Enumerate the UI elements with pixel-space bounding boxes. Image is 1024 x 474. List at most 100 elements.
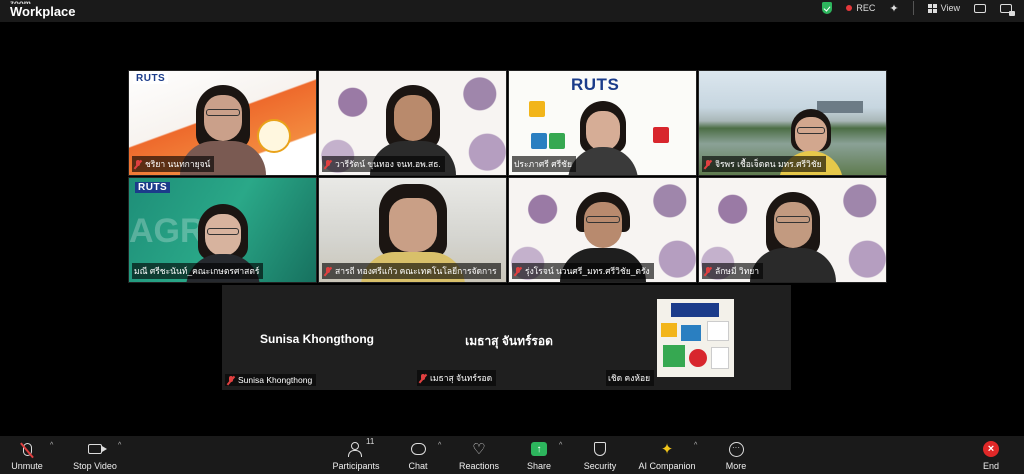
sticker-graphic bbox=[681, 325, 701, 341]
participant-name-tag: สารถี ทองศรีแก้ว คณะเทคโนโลยีการจัดการ bbox=[322, 263, 501, 279]
view-button[interactable]: View bbox=[927, 3, 960, 13]
security-button[interactable]: Security bbox=[580, 440, 620, 471]
mic-muted-icon bbox=[324, 159, 332, 169]
reactions-button[interactable]: ♡ Reactions bbox=[456, 440, 502, 472]
participant-name-tag: รุ่งโรจน์ นวนศรี_มทร.ศรีวิชัย_ตรัง bbox=[512, 263, 654, 279]
rec-label: REC bbox=[856, 3, 876, 13]
mic-muted-icon bbox=[324, 266, 332, 276]
participant-name: สารถี ทองศรีแก้ว คณะเทคโนโลยีการจัดการ bbox=[335, 266, 497, 276]
sticker-graphic bbox=[661, 323, 677, 337]
ai-companion-label: AI Companion bbox=[638, 461, 696, 471]
grid-icon bbox=[927, 3, 937, 13]
chat-bubble-icon bbox=[410, 443, 426, 455]
participant-tile[interactable]: RUTS ชริยา นนทกายุจน์ bbox=[128, 70, 317, 176]
mic-muted-icon bbox=[704, 266, 712, 276]
participant-tile[interactable]: RUTS AGR มณี ศรีชะนันท์_คณะเกษตรศาสตร์ bbox=[128, 177, 317, 283]
participant-tile[interactable]: รุ่งโรจน์ นวนศรี_มทร.ศรีวิชัย_ตรัง bbox=[508, 177, 697, 283]
ruts-logo-graphic bbox=[671, 303, 719, 317]
participant-name: Sunisa Khongthong bbox=[238, 375, 313, 385]
participant-display-name: Sunisa Khongthong bbox=[260, 332, 374, 346]
microphone-muted-icon bbox=[22, 442, 32, 456]
end-call-icon: × bbox=[983, 441, 999, 457]
share-options-chevron-icon[interactable]: ^ bbox=[559, 442, 562, 449]
stop-video-label: Stop Video bbox=[73, 461, 117, 471]
participant-name-tag: มณี ศรีชะนันท์_คณะเกษตรศาสตร์ bbox=[132, 263, 264, 279]
participant-name-tag: วารีรัตน์ ขุนทอง จนท.อพ.สธ. bbox=[322, 156, 445, 172]
participant-avatar-image bbox=[657, 299, 734, 377]
more-button[interactable]: ··· More bbox=[720, 440, 752, 471]
sticker-graphic bbox=[711, 347, 729, 369]
participant-name: จิรพร เชื้อเจ็ดตน มทร.ศรีวิชัย bbox=[715, 159, 822, 169]
more-dots-icon: ··· bbox=[728, 441, 744, 457]
stop-video-button[interactable]: Stop Video bbox=[70, 440, 120, 471]
mic-muted-icon bbox=[514, 266, 522, 276]
unmute-button[interactable]: Unmute bbox=[8, 440, 46, 471]
ai-options-chevron-icon[interactable]: ^ bbox=[694, 442, 697, 449]
ai-companion-button[interactable]: ✦ AI Companion bbox=[636, 440, 698, 472]
unmute-label: Unmute bbox=[11, 461, 43, 471]
ai-sparkle-icon: ✦ bbox=[660, 440, 674, 458]
participant-name: เชิด คงห้อย bbox=[608, 373, 651, 383]
puzzle-piece-icon bbox=[531, 133, 547, 149]
chat-options-chevron-icon[interactable]: ^ bbox=[438, 442, 441, 449]
ruts-logo: RUTS bbox=[571, 75, 620, 94]
chat-label: Chat bbox=[408, 461, 428, 471]
participants-icon bbox=[348, 442, 364, 457]
participant-tile[interactable]: จิรพร เชื้อเจ็ดตน มทร.ศรีวิชัย bbox=[698, 70, 887, 176]
participant-name: ชริยา นนทกายุจน์ bbox=[145, 159, 211, 169]
encryption-shield-icon[interactable] bbox=[822, 2, 833, 14]
minimize-window-icon[interactable] bbox=[974, 3, 986, 13]
ruts-logo: RUTS bbox=[135, 182, 171, 193]
participant-tile[interactable]: Sunisa Khongthong Sunisa Khongthong bbox=[222, 285, 412, 390]
audio-options-chevron-icon[interactable]: ^ bbox=[50, 442, 53, 449]
share-label: Share bbox=[526, 461, 552, 471]
sticker-graphic bbox=[663, 345, 685, 367]
security-label: Security bbox=[583, 461, 617, 471]
mic-muted-icon bbox=[419, 373, 427, 383]
participant-name: วารีรัตน์ ขุนทอง จนท.อพ.สธ. bbox=[335, 159, 441, 169]
puzzle-piece-icon bbox=[653, 127, 669, 143]
top-bar: zoom Workplace REC ✦ View bbox=[0, 0, 1024, 22]
share-button[interactable]: ↑ Share bbox=[522, 440, 556, 471]
participants-count: 11 bbox=[366, 437, 375, 446]
more-label: More bbox=[725, 461, 747, 471]
video-off-strip: Sunisa Khongthong Sunisa Khongthong เมธา… bbox=[222, 285, 791, 390]
rec-dot-icon bbox=[846, 5, 853, 11]
participant-name-tag: ชริยา นนทกายุจน์ bbox=[132, 156, 215, 172]
picture-in-picture-icon[interactable] bbox=[1000, 3, 1015, 16]
brand-name: Workplace bbox=[10, 4, 76, 19]
chat-button[interactable]: Chat bbox=[400, 440, 436, 471]
participant-tile[interactable]: ลักษมี วิทยา bbox=[698, 177, 887, 283]
reactions-label: Reactions bbox=[458, 461, 500, 471]
puzzle-piece-icon bbox=[529, 101, 545, 117]
participant-name-tag: ลักษมี วิทยา bbox=[702, 263, 764, 279]
ruts-logo: RUTS bbox=[133, 73, 169, 84]
participant-tile[interactable]: RUTS ประภาศรี ศรีชัย bbox=[508, 70, 697, 176]
participant-name-tag: ประภาศรี ศรีชัย bbox=[512, 156, 576, 172]
participant-name-tag: จิรพร เชื้อเจ็ดตน มทร.ศรีวิชัย bbox=[702, 156, 826, 172]
heart-icon: ♡ bbox=[472, 440, 486, 458]
participant-name-tag: Sunisa Khongthong bbox=[225, 374, 317, 386]
puzzle-piece-icon bbox=[549, 133, 565, 149]
participant-name-tag: เมธาสุ จันทร์รอด bbox=[417, 370, 497, 386]
share-screen-icon: ↑ bbox=[531, 442, 547, 456]
mic-muted-icon bbox=[227, 375, 235, 385]
sticker-graphic bbox=[689, 349, 707, 367]
sticker-graphic bbox=[707, 321, 729, 341]
participants-button[interactable]: 11 Participants bbox=[330, 437, 382, 471]
ai-sparkle-icon[interactable]: ✦ bbox=[889, 2, 898, 15]
participant-name: ประภาศรี ศรีชัย bbox=[514, 159, 572, 169]
participant-name: ลักษมี วิทยา bbox=[715, 266, 760, 276]
topbar-divider bbox=[912, 1, 914, 15]
participant-tile[interactable]: สารถี ทองศรีแก้ว คณะเทคโนโลยีการจัดการ bbox=[318, 177, 507, 283]
recording-indicator[interactable]: REC bbox=[846, 3, 875, 13]
meeting-toolbar: Unmute ^ Stop Video ^ 11 Participants Ch… bbox=[0, 436, 1024, 474]
participant-tile[interactable]: วารีรัตน์ ขุนทอง จนท.อพ.สธ. bbox=[318, 70, 507, 176]
end-meeting-button[interactable]: × End bbox=[976, 440, 1006, 471]
participants-label: Participants bbox=[332, 461, 380, 471]
end-label: End bbox=[982, 461, 999, 471]
participant-video bbox=[567, 95, 638, 175]
video-options-chevron-icon[interactable]: ^ bbox=[118, 442, 121, 449]
participant-tile[interactable]: เมธาสุ จันทร์รอด เมธาสุ จันทร์รอด bbox=[414, 285, 604, 390]
video-gallery: RUTS ชริยา นนทกายุจน์ วารีรัตน์ ขุนทอง จ… bbox=[128, 70, 887, 284]
